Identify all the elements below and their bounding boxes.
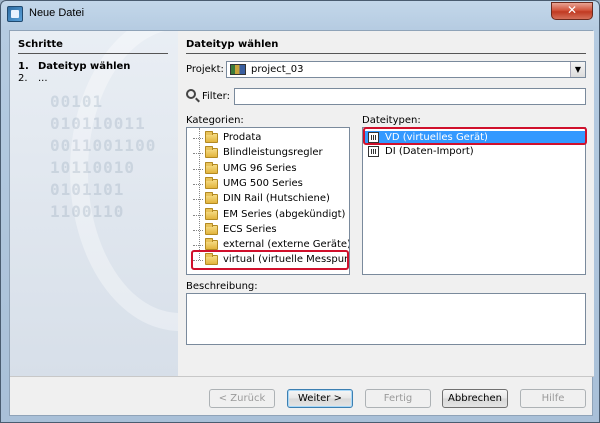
cancel-button[interactable]: Abbrechen xyxy=(442,389,508,408)
filetypes-list[interactable]: VD (virtuelles Gerät) DI (Daten-Import) xyxy=(362,127,586,275)
project-label: Projekt: xyxy=(186,64,224,75)
highlight-frame-vd xyxy=(363,127,587,145)
filetype-item[interactable]: DI (Daten-Import) xyxy=(365,145,585,158)
close-button[interactable]: ✕ xyxy=(551,2,593,20)
description-label: Beschreibung: xyxy=(186,281,258,292)
category-label: UMG 500 Series xyxy=(223,177,303,189)
category-label: DIN Rail (Hutschiene) xyxy=(223,193,330,205)
tree-connector xyxy=(193,214,203,216)
steps-panel: 00101 010110011 0011001100 10110010 0101… xyxy=(10,31,178,376)
decorative-binary-background: 00101 010110011 0011001100 10110010 0101… xyxy=(50,92,157,221)
step-number: 1. xyxy=(18,61,29,72)
page-title: Dateityp wählen xyxy=(186,39,279,50)
folder-icon xyxy=(205,238,218,251)
window-title: Neue Datei xyxy=(29,7,85,19)
title-bar[interactable]: Neue Datei ✕ xyxy=(1,1,599,29)
folder-icon xyxy=(205,222,218,235)
app-icon xyxy=(7,6,23,22)
highlight-frame-virtual xyxy=(191,250,349,270)
category-label: ECS Series xyxy=(223,223,277,235)
description-area[interactable] xyxy=(186,293,586,345)
categories-label: Kategorien: xyxy=(186,115,244,126)
step-1: 1. Dateityp wählen xyxy=(18,61,130,72)
content-panel: Dateityp wählen Projekt: project_03 ▼ Fi… xyxy=(178,31,594,376)
search-icon xyxy=(186,89,196,99)
tree-connector xyxy=(193,153,203,155)
back-button[interactable]: < Zurück xyxy=(209,389,275,408)
device-icon xyxy=(368,146,379,157)
step-label: ... xyxy=(38,73,48,84)
tree-connector xyxy=(193,183,203,185)
folder-icon xyxy=(205,131,218,143)
filetype-label: DI (Daten-Import) xyxy=(385,146,474,157)
dialog-window: Neue Datei ✕ 00101 010110011 0011001100 … xyxy=(0,0,600,423)
filetypes-label: Dateitypen: xyxy=(362,115,421,126)
folder-icon xyxy=(205,176,218,189)
dialog-client: 00101 010110011 0011001100 10110010 0101… xyxy=(9,30,594,416)
tree-connector xyxy=(193,229,203,231)
project-value: project_03 xyxy=(251,64,304,75)
step-2: 2.... xyxy=(18,73,48,84)
tree-connector xyxy=(193,245,203,247)
tree-connector xyxy=(193,138,203,139)
folder-icon xyxy=(205,207,218,220)
chevron-down-icon[interactable]: ▼ xyxy=(570,62,585,77)
filter-label: Filter: xyxy=(202,91,230,102)
steps-divider xyxy=(18,53,168,54)
finish-button[interactable]: Fertig xyxy=(365,389,431,408)
category-label: UMG 96 Series xyxy=(223,162,297,174)
help-button[interactable]: Hilfe xyxy=(520,389,586,408)
title-divider xyxy=(186,53,586,54)
folder-icon xyxy=(205,192,218,205)
folder-icon xyxy=(205,161,218,174)
tree-connector xyxy=(193,199,203,201)
step-label: Dateityp wählen xyxy=(38,61,131,72)
project-icon xyxy=(230,64,246,75)
category-label: Blindleistungsregler xyxy=(223,147,323,159)
filter-input[interactable] xyxy=(234,88,586,105)
tree-guide-line xyxy=(199,128,200,260)
category-label: external (externe Geräte) xyxy=(223,239,350,251)
tree-connector xyxy=(193,168,203,170)
button-bar-divider xyxy=(10,376,594,377)
folder-icon xyxy=(205,146,218,159)
steps-title: Schritte xyxy=(18,39,63,50)
category-label: EM Series (abgekündigt) xyxy=(223,208,346,220)
category-label: Prodata xyxy=(223,132,262,143)
next-button[interactable]: Weiter > xyxy=(287,389,353,408)
project-combobox[interactable]: project_03 ▼ xyxy=(226,61,586,78)
step-number: 2. xyxy=(18,73,28,84)
